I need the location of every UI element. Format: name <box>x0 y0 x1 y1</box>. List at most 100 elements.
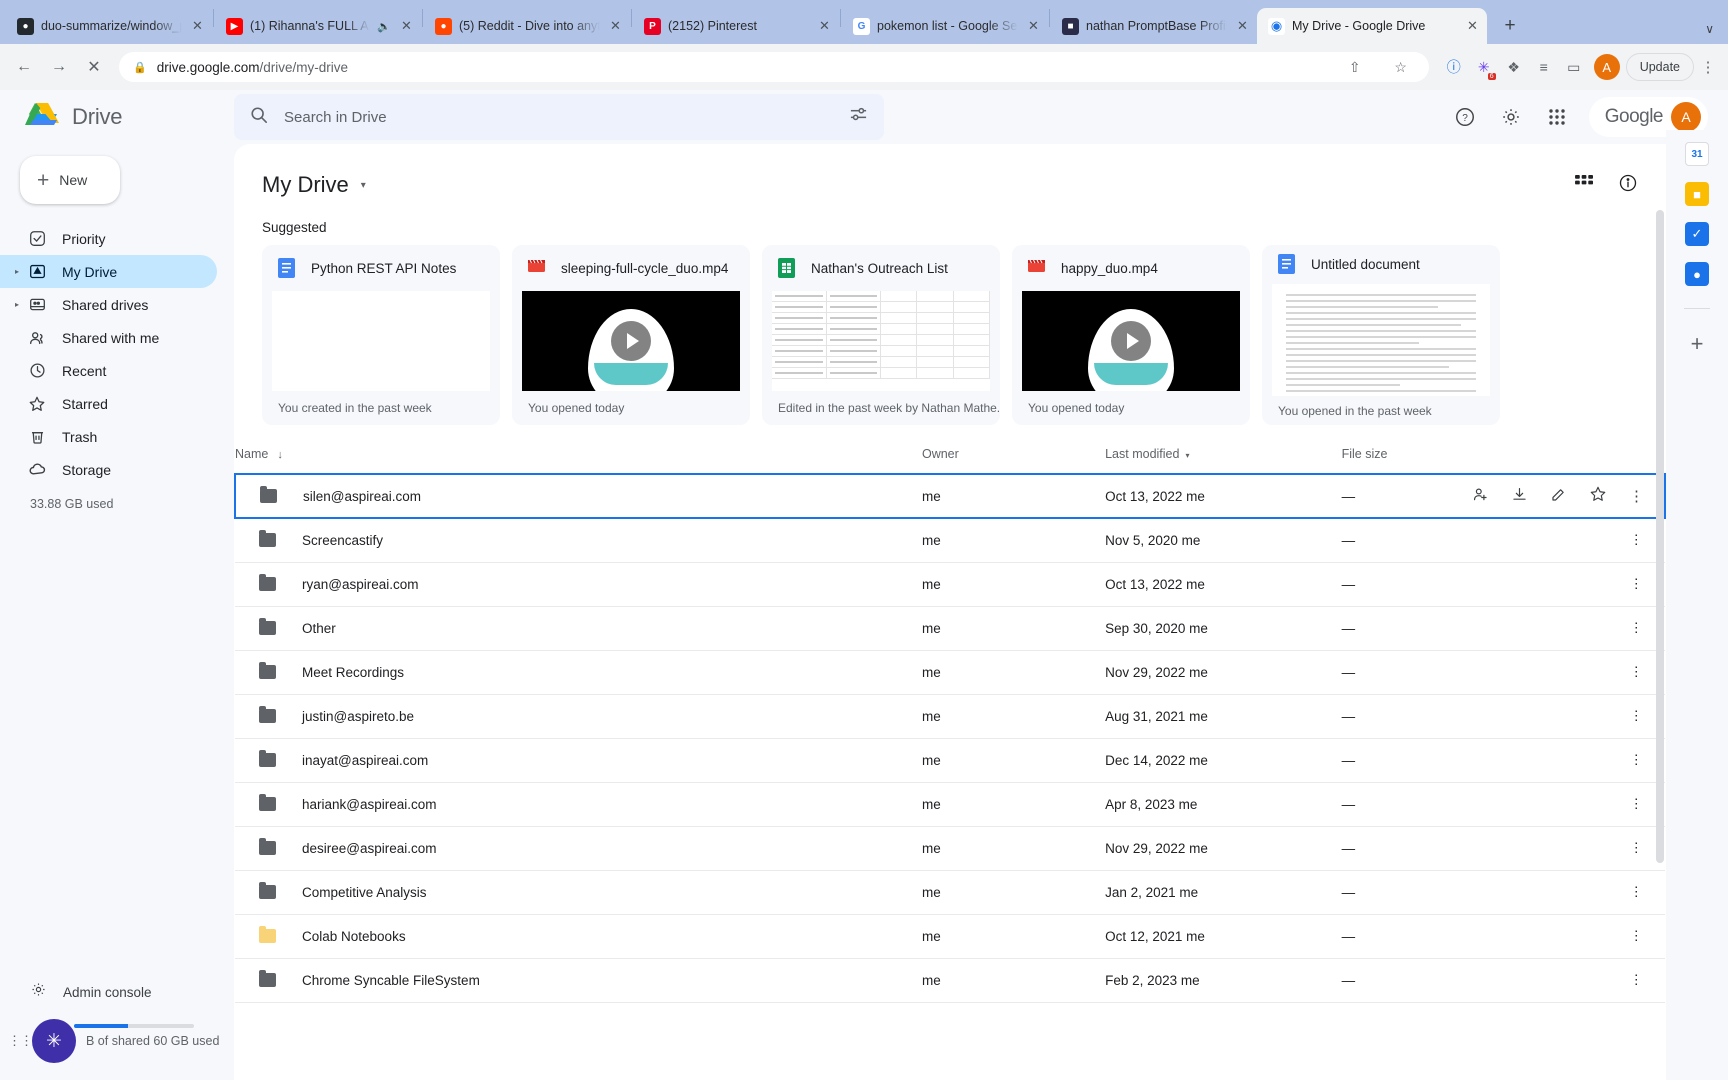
suggested-card[interactable]: Python REST API Notes You created in the… <box>262 245 500 425</box>
gear-icon[interactable] <box>1493 99 1529 135</box>
update-button[interactable]: Update <box>1626 53 1694 81</box>
table-row[interactable]: Meet Recordings me Nov 29, 2022 me — ⋮ <box>235 650 1665 694</box>
rename-pencil-icon[interactable] <box>1550 486 1567 507</box>
share-person-add-icon[interactable] <box>1472 486 1489 507</box>
tab-audio-icon[interactable]: 🔈 <box>377 20 391 33</box>
chevron-down-icon[interactable]: ▾ <box>361 180 366 191</box>
browser-tab-4[interactable]: G pokemon list - Google Searc ✕ <box>842 8 1048 44</box>
column-header-owner[interactable]: Owner <box>922 447 1105 474</box>
tab-close-icon[interactable]: ✕ <box>816 18 833 35</box>
tab-close-icon[interactable]: ✕ <box>1464 18 1481 35</box>
drag-handle-icon[interactable]: ⋮⋮ <box>8 1036 22 1046</box>
incognito-guard-icon[interactable]: ⓘ <box>1440 53 1468 81</box>
table-row[interactable]: Colab Notebooks me Oct 12, 2021 me — ⋮ <box>235 914 1665 958</box>
sidebar-item-priority[interactable]: Priority <box>0 222 217 255</box>
google-apps-grid-icon[interactable] <box>1539 99 1575 135</box>
more-options-icon[interactable]: ⋮ <box>1472 738 1665 782</box>
share-page-icon[interactable]: ⇧ <box>1341 53 1369 81</box>
play-icon[interactable] <box>1111 321 1151 361</box>
browser-tab-5[interactable]: ■ nathan PromptBase Profile | ✕ <box>1051 8 1257 44</box>
suggested-card[interactable]: Nathan's Outreach List <box>762 245 1000 425</box>
table-row[interactable]: Screencastify me Nov 5, 2020 me — ⋮ <box>235 518 1665 562</box>
more-options-icon[interactable]: ⋮ <box>1472 782 1665 826</box>
table-row[interactable]: justin@aspireto.be me Aug 31, 2021 me — … <box>235 694 1665 738</box>
tab-close-icon[interactable]: ✕ <box>1234 18 1251 35</box>
bookmark-star-icon[interactable]: ☆ <box>1387 53 1415 81</box>
column-header-last-modified[interactable]: Last modified▾ <box>1105 447 1341 474</box>
device-toggle-icon[interactable]: ▭ <box>1560 53 1588 81</box>
table-row[interactable]: Chrome Syncable FileSystem me Feb 2, 202… <box>235 958 1665 1002</box>
column-header-name[interactable]: Name↓ <box>235 447 922 474</box>
suggested-card[interactable]: Untitled document You opened in the past… <box>1262 245 1500 425</box>
sidebar-item-shared-drives[interactable]: ▸ Shared drives <box>0 288 217 321</box>
add-app-icon[interactable]: + <box>1691 331 1704 357</box>
suggested-card[interactable]: sleeping-full-cycle_duo.mp4 You opened t… <box>512 245 750 425</box>
table-row[interactable]: ryan@aspireai.com me Oct 13, 2022 me — ⋮ <box>235 562 1665 606</box>
sort-arrow-icon[interactable]: ↓ <box>277 449 283 461</box>
chevron-down-icon[interactable]: ▾ <box>1185 451 1189 460</box>
snowflake-extension-icon[interactable]: ✳ 6 <box>1470 53 1498 81</box>
more-options-icon[interactable]: ⋮ <box>1472 914 1665 958</box>
play-icon[interactable] <box>611 321 651 361</box>
drive-scroll-area[interactable]: Suggested Python REST API Notes You crea… <box>234 198 1666 1080</box>
browser-menu-icon[interactable]: ⋮ <box>1696 58 1720 76</box>
more-options-icon[interactable]: ⋮ <box>1472 650 1665 694</box>
google-contacts-icon[interactable]: ● <box>1685 262 1709 286</box>
tab-close-icon[interactable]: ✕ <box>398 18 415 35</box>
browser-tab-1[interactable]: ▶ (1) Rihanna's FULL Apple 🔈 ✕ <box>215 8 421 44</box>
sidebar-item-storage[interactable]: Storage <box>0 453 217 486</box>
sidebar-item-shared-with-me[interactable]: Shared with me <box>0 321 217 354</box>
browser-tab-3[interactable]: P (2152) Pinterest ✕ <box>633 8 839 44</box>
drive-search-bar[interactable] <box>234 94 884 140</box>
tab-search-chevron-icon[interactable]: ∨ <box>1705 22 1714 36</box>
sidebar-item-trash[interactable]: Trash <box>0 420 217 453</box>
sidebar-item-recent[interactable]: Recent <box>0 354 217 387</box>
more-options-icon[interactable]: ⋮ <box>1629 487 1644 505</box>
chevron-right-icon[interactable]: ▸ <box>9 300 25 309</box>
address-bar[interactable]: 🔒 drive.google.com/drive/my-drive ⇧ ☆ <box>119 52 1429 82</box>
search-input[interactable] <box>284 109 833 126</box>
more-options-icon[interactable]: ⋮ <box>1472 518 1665 562</box>
google-keep-icon[interactable]: ■ <box>1685 182 1709 206</box>
grid-view-icon[interactable] <box>1575 174 1594 196</box>
download-icon[interactable] <box>1511 486 1528 507</box>
new-button[interactable]: + New <box>20 156 120 204</box>
google-calendar-icon[interactable]: 31 <box>1685 142 1709 166</box>
info-icon[interactable] <box>1618 173 1638 198</box>
tab-close-icon[interactable]: ✕ <box>189 18 206 35</box>
table-row[interactable]: inayat@aspireai.com me Dec 14, 2022 me —… <box>235 738 1665 782</box>
browser-tab-6-active[interactable]: ◉ My Drive - Google Drive ✕ <box>1257 8 1487 44</box>
table-row[interactable]: Other me Sep 30, 2020 me — ⋮ <box>235 606 1665 650</box>
chevron-right-icon[interactable]: ▸ <box>9 267 25 276</box>
help-icon[interactable]: ? <box>1447 99 1483 135</box>
table-row[interactable]: silen@aspireai.com me Oct 13, 2022 me — <box>235 474 1665 518</box>
drive-brand[interactable]: Drive <box>0 101 234 133</box>
assistant-icon[interactable]: ✳ <box>32 1019 76 1063</box>
new-tab-button[interactable]: + <box>1495 11 1525 41</box>
sidebar-item-my-drive[interactable]: ▸ My Drive <box>0 255 217 288</box>
star-icon[interactable] <box>1589 485 1607 507</box>
more-options-icon[interactable]: ⋮ <box>1472 826 1665 870</box>
table-row[interactable]: desiree@aspireai.com me Nov 29, 2022 me … <box>235 826 1665 870</box>
tab-close-icon[interactable]: ✕ <box>607 18 624 35</box>
sidebar-item-starred[interactable]: Starred <box>0 387 217 420</box>
suggested-card[interactable]: happy_duo.mp4 You opened today <box>1012 245 1250 425</box>
tab-close-icon[interactable]: ✕ <box>1025 18 1042 35</box>
column-header-file-size[interactable]: File size <box>1342 447 1472 474</box>
google-tasks-icon[interactable]: ✓ <box>1685 222 1709 246</box>
browser-profile-avatar[interactable]: A <box>1594 54 1620 80</box>
vertical-scrollbar[interactable] <box>1656 210 1664 863</box>
reading-list-icon[interactable]: ≡ <box>1530 53 1558 81</box>
search-options-icon[interactable] <box>849 105 868 129</box>
more-options-icon[interactable]: ⋮ <box>1472 958 1665 1002</box>
browser-tab-2[interactable]: ● (5) Reddit - Dive into anythi ✕ <box>424 8 630 44</box>
table-row[interactable]: Competitive Analysis me Jan 2, 2021 me —… <box>235 870 1665 914</box>
more-options-icon[interactable]: ⋮ <box>1472 694 1665 738</box>
admin-console-link[interactable]: Admin console <box>0 974 234 1010</box>
more-options-icon[interactable]: ⋮ <box>1472 562 1665 606</box>
forward-button[interactable]: → <box>43 51 75 83</box>
more-options-icon[interactable]: ⋮ <box>1472 870 1665 914</box>
back-button[interactable]: ← <box>8 51 40 83</box>
browser-tab-0[interactable]: ● duo-summarize/window_par ✕ <box>6 8 212 44</box>
stop-loading-button[interactable]: ✕ <box>78 51 110 83</box>
